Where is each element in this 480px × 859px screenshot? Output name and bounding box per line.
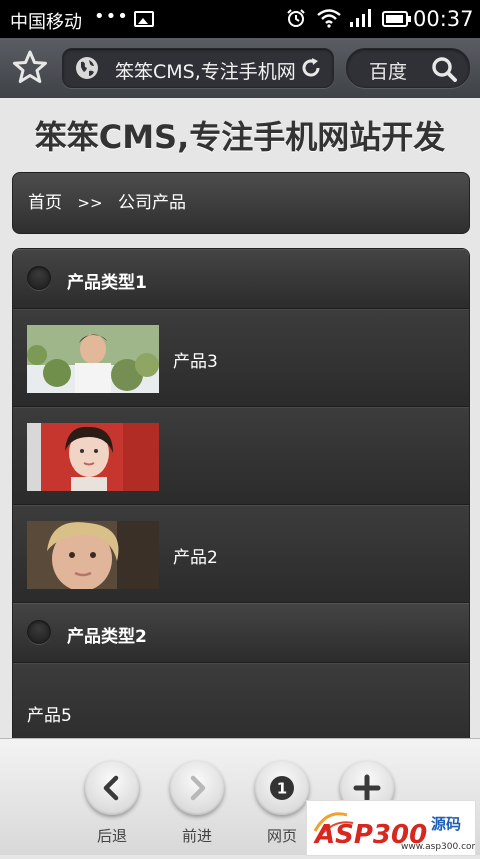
plus-icon xyxy=(353,774,381,802)
bookmark-star-icon[interactable] xyxy=(12,49,48,85)
forward-button[interactable] xyxy=(170,761,224,815)
url-field[interactable]: 笨笨CMS,专注手机网站开发 xyxy=(62,48,334,88)
status-bar: 中国移动 ••• 00:37 xyxy=(0,0,480,38)
pages-button[interactable]: 1 xyxy=(255,761,309,815)
browser-address-bar: 笨笨CMS,专注手机网站开发 百度 xyxy=(0,38,480,98)
watermark-subtext: 源码 xyxy=(431,815,461,833)
chevron-right-icon xyxy=(190,775,206,801)
breadcrumb: 首页 >> 公司产品 xyxy=(12,172,470,234)
category-label: 产品类型1 xyxy=(67,273,147,293)
globe-icon xyxy=(76,57,98,79)
url-text: 笨笨CMS,专注手机网站开发 xyxy=(115,61,295,83)
alarm-icon xyxy=(287,9,305,27)
chevron-left-icon xyxy=(103,775,119,801)
category-row[interactable]: 产品类型1 xyxy=(13,249,469,309)
product-thumbnail[interactable] xyxy=(27,423,159,491)
web-page: 笨笨CMS,专注手机网站开发 首页 >> 公司产品 产品类型1 产品3 产品2 … xyxy=(0,98,480,738)
image-notification-icon xyxy=(134,11,154,27)
search-engine-label: 百度 xyxy=(369,61,408,83)
product-row[interactable]: 产品2 xyxy=(13,505,469,603)
product-label: 产品5 xyxy=(27,706,72,726)
category-row[interactable]: 产品类型2 xyxy=(13,603,469,663)
product-row[interactable]: 产品5 xyxy=(13,663,469,738)
category-bullet-icon xyxy=(27,620,51,644)
page-count-icon: 1 xyxy=(270,776,294,800)
forward-label: 前进 xyxy=(181,827,212,845)
wifi-icon xyxy=(317,9,341,28)
category-label: 产品类型2 xyxy=(67,627,147,647)
reload-icon[interactable] xyxy=(299,56,323,80)
status-clock: 00:37 xyxy=(413,7,474,31)
product-thumbnail[interactable] xyxy=(27,521,159,589)
product-label: 产品2 xyxy=(173,548,218,568)
signal-strength-icon xyxy=(350,9,371,27)
watermark-url: www.asp300.com xyxy=(401,842,475,852)
search-field[interactable]: 百度 xyxy=(346,48,470,88)
battery-icon xyxy=(382,11,411,27)
breadcrumb-separator: >> xyxy=(77,194,103,212)
search-icon[interactable] xyxy=(431,56,457,82)
back-button[interactable] xyxy=(85,761,139,815)
product-thumbnail[interactable] xyxy=(27,325,159,393)
back-label: 后退 xyxy=(96,827,127,845)
page-title: 笨笨CMS,专注手机网站开发 xyxy=(34,118,446,156)
category-bullet-icon xyxy=(27,266,51,290)
watermark-logo: ASP300 源码 www.asp300.com xyxy=(306,800,480,856)
breadcrumb-current[interactable]: 公司产品 xyxy=(118,173,186,233)
product-row[interactable]: 产品3 xyxy=(13,309,469,407)
breadcrumb-home-link[interactable]: 首页 xyxy=(28,173,62,233)
notification-dots: ••• xyxy=(94,6,129,27)
carrier-name: 中国移动 xyxy=(10,12,82,33)
product-list: 产品类型1 产品3 产品2 产品类型2 产品5 xyxy=(12,248,470,738)
product-row[interactable] xyxy=(13,407,469,505)
product-label: 产品3 xyxy=(173,352,218,372)
page-count: 1 xyxy=(277,780,287,798)
